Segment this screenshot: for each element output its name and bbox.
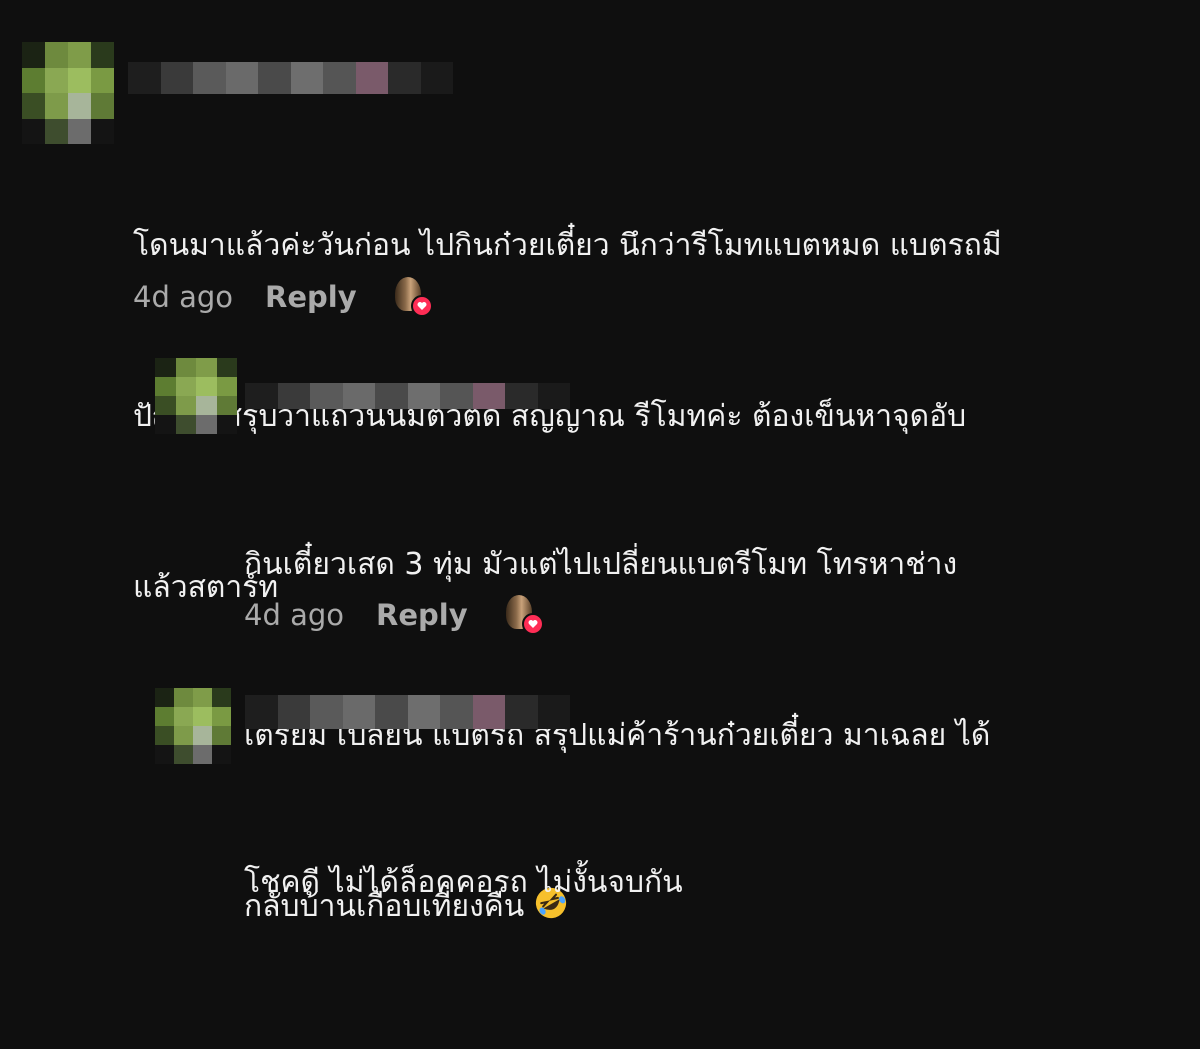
comment-actions: 4d ago Reply: [244, 595, 544, 635]
reply-button[interactable]: Reply: [376, 598, 468, 632]
comment-line: กลับบ้านเกือบเที่ยงคืน: [244, 878, 1194, 935]
comment-actions: 4d ago Reply: [133, 277, 433, 317]
comment-line: โชคดี ไม่ได้ล็อคคอรถ ไม่งั้นจบกัน: [244, 865, 683, 900]
reply-button[interactable]: Reply: [265, 280, 357, 314]
username-blurred[interactable]: [245, 695, 570, 729]
username-blurred[interactable]: [128, 62, 453, 94]
comment-text: โชคดี ไม่ได้ล็อคคอรถ ไม่งั้นจบกัน: [244, 740, 1194, 1025]
comment-line: โดนมาแล้วค่ะวันก่อน ไปกินก๋วยเตี๋ยว นึกว…: [133, 228, 1002, 263]
creator-heart-icon: [393, 277, 433, 317]
rolling-on-floor-laughing-emoji: [535, 887, 566, 919]
avatar[interactable]: [155, 688, 231, 764]
timestamp: 4d ago: [244, 598, 344, 632]
avatar[interactable]: [22, 42, 114, 144]
comment-text: โดนมาแล้วค่ะวันก่อน ไปกินก๋วยเตี๋ยว นึกว…: [133, 103, 1193, 730]
comment-thread-1: โดนมาแล้วค่ะวันก่อน ไปกินก๋วยเตี๋ยว นึกว…: [0, 0, 1200, 605]
creator-heart-icon: [504, 595, 544, 635]
timestamp: 4d ago: [133, 280, 233, 314]
username-blurred[interactable]: [245, 383, 570, 409]
avatar[interactable]: [155, 358, 237, 434]
